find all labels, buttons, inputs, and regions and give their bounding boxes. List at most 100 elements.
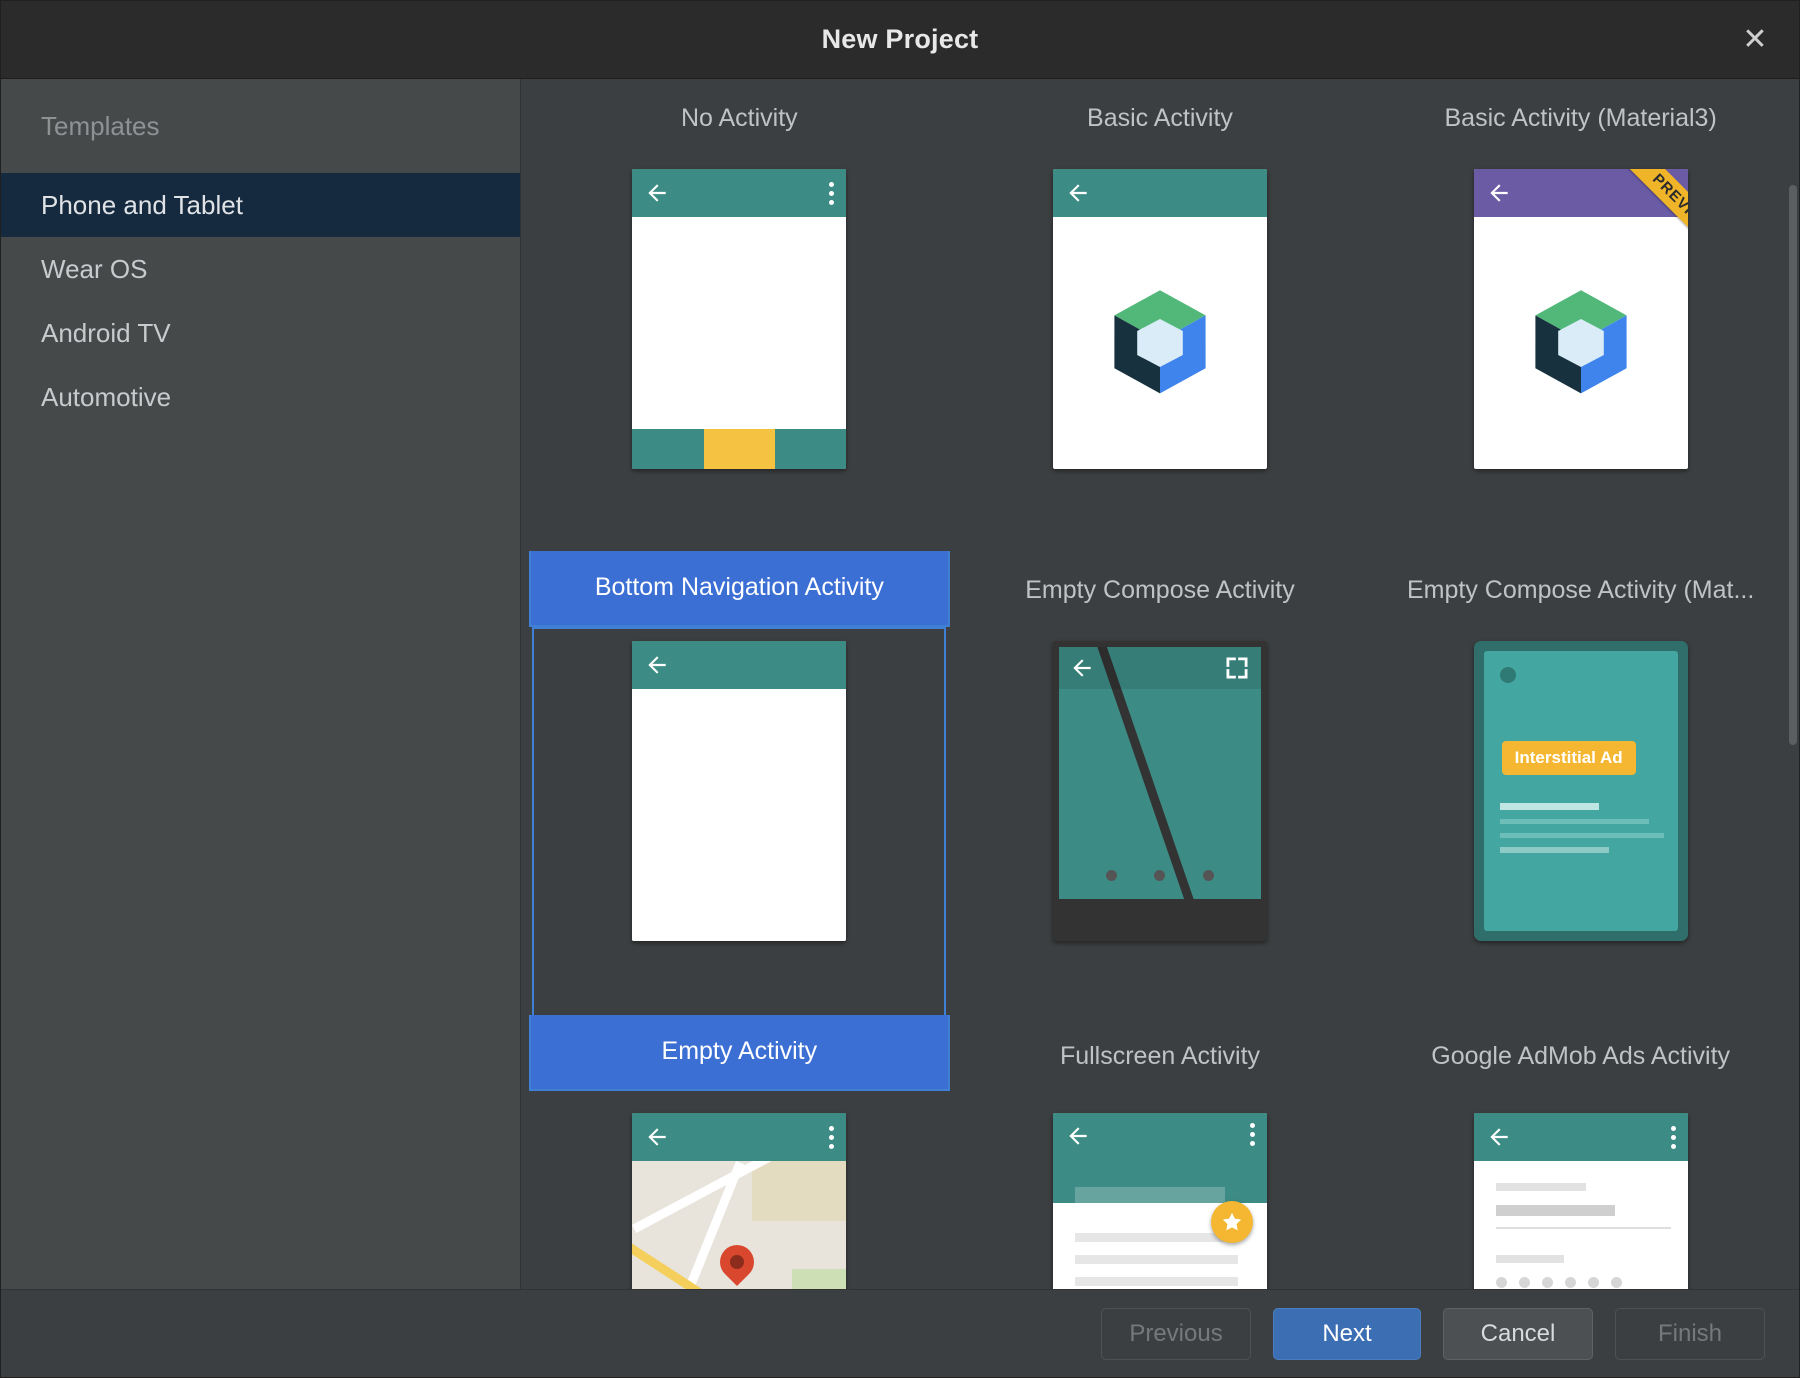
map-preview <box>632 1161 846 1289</box>
jetpack-compose-logo-icon <box>1100 283 1220 403</box>
phone-mock <box>1474 1113 1688 1289</box>
template-card-primary-detail-flow[interactable] <box>950 1101 1371 1289</box>
template-card-empty-activity[interactable]: Bottom Navigation Activity Empty Activit… <box>529 551 950 1101</box>
map-pin-icon <box>713 1238 761 1286</box>
gallery-scrollbar-thumb[interactable] <box>1789 185 1797 745</box>
phone-mock <box>632 1113 846 1289</box>
template-thumbnail <box>1374 1101 1788 1289</box>
template-thumbnail <box>953 629 1367 1017</box>
floating-action-button[interactable] <box>1211 1201 1253 1243</box>
placeholder-lines <box>1500 803 1666 862</box>
template-gallery: No Activity <box>521 79 1799 1289</box>
template-thumbnail: PREVIEW <box>1374 157 1788 545</box>
template-thumbnail <box>532 1101 946 1289</box>
bottom-nav-item <box>632 429 703 469</box>
gallery-scrollbar-track[interactable] <box>1787 79 1799 1289</box>
dialog-title: New Project <box>822 24 979 55</box>
sidebar-item-automotive[interactable]: Automotive <box>1 365 520 429</box>
phone-mock: PREVIEW <box>1474 169 1688 469</box>
template-label: Bottom Navigation Activity <box>529 551 950 627</box>
app-bar <box>1053 169 1267 217</box>
dialog-body: Templates Phone and Tablet Wear OS Andro… <box>1 79 1799 1289</box>
back-arrow-icon <box>644 652 670 678</box>
admob-screen: Interstitial Ad <box>1484 651 1678 931</box>
bottom-navigation-bar <box>632 429 846 469</box>
password-dots <box>1496 1277 1688 1288</box>
template-thumbnail <box>532 157 946 545</box>
template-thumbnail <box>953 1101 1367 1289</box>
jetpack-compose-logo-icon <box>1521 283 1641 403</box>
template-card-fullscreen-activity[interactable]: Empty Compose Activity Fullscreen Activi… <box>950 551 1371 1101</box>
avatar <box>1500 667 1516 683</box>
fullscreen-content <box>1059 647 1261 899</box>
sidebar-item-wear-os[interactable]: Wear OS <box>1 237 520 301</box>
app-bar <box>632 169 846 217</box>
template-grid: No Activity <box>521 79 1799 1289</box>
search-placeholder <box>1075 1187 1225 1204</box>
close-icon[interactable]: ✕ <box>1737 22 1773 58</box>
bottom-nav-item <box>775 429 846 469</box>
app-bar <box>632 1113 846 1161</box>
sidebar-item-label: Phone and Tablet <box>41 190 243 221</box>
app-bar <box>1059 647 1261 689</box>
template-card-google-admob-ads-activity[interactable]: Empty Compose Activity (Mat... Google Ad… <box>1370 551 1791 1101</box>
sidebar-header-label: Templates <box>1 79 520 173</box>
back-arrow-icon <box>1486 180 1512 206</box>
template-label: Fullscreen Activity <box>950 1017 1371 1095</box>
template-label: Empty Compose Activity (Mat... <box>1370 551 1791 629</box>
next-button[interactable]: Next <box>1273 1308 1421 1360</box>
back-arrow-icon <box>644 180 670 206</box>
phone-mock <box>1053 641 1267 941</box>
template-label: No Activity <box>529 79 950 157</box>
back-arrow-icon <box>1065 1123 1091 1149</box>
app-bar <box>632 641 846 689</box>
phone-mock: Interstitial Ad <box>1474 641 1688 941</box>
form-input-underline <box>1496 1227 1671 1229</box>
form-field-label <box>1496 1255 1564 1263</box>
templates-sidebar: Templates Phone and Tablet Wear OS Andro… <box>1 79 521 1289</box>
back-arrow-icon <box>1069 655 1095 681</box>
template-card-no-activity[interactable]: No Activity <box>529 79 950 551</box>
back-arrow-icon <box>1486 1124 1512 1150</box>
map-block <box>792 1269 846 1289</box>
template-label: Basic Activity (Material3) <box>1370 79 1791 157</box>
cancel-button[interactable]: Cancel <box>1443 1308 1593 1360</box>
template-label: Empty Activity <box>529 1015 950 1091</box>
sidebar-item-android-tv[interactable]: Android TV <box>1 301 520 365</box>
template-thumbnail <box>953 157 1367 545</box>
app-bar <box>1474 169 1688 217</box>
sidebar-item-label: Wear OS <box>41 254 147 285</box>
new-project-dialog: New Project ✕ Templates Phone and Tablet… <box>0 0 1800 1378</box>
overflow-menu-icon <box>829 1126 834 1149</box>
phone-mock <box>632 169 846 469</box>
template-thumbnail: Interstitial Ad <box>1374 629 1788 1017</box>
form-field-label <box>1496 1183 1586 1191</box>
phone-mock <box>632 641 846 941</box>
template-card-login-activity[interactable] <box>1370 1101 1791 1289</box>
dialog-titlebar: New Project ✕ <box>1 1 1799 79</box>
template-label: Basic Activity <box>950 79 1371 157</box>
back-arrow-icon <box>1065 180 1091 206</box>
finish-button[interactable]: Finish <box>1615 1308 1765 1360</box>
bottom-nav-item-active <box>704 429 775 469</box>
template-gallery-scroll: No Activity <box>521 79 1799 1289</box>
overflow-menu-icon <box>1250 1123 1255 1146</box>
empty-screen <box>632 689 846 941</box>
sidebar-item-phone-and-tablet[interactable]: Phone and Tablet <box>1 173 520 237</box>
form-input-placeholder <box>1496 1205 1616 1216</box>
template-card-basic-activity-material3[interactable]: Basic Activity (Material3) <box>1370 79 1791 551</box>
previous-button[interactable]: Previous <box>1101 1308 1251 1360</box>
back-arrow-icon <box>644 1124 670 1150</box>
template-label: Google AdMob Ads Activity <box>1370 1017 1791 1095</box>
phone-mock <box>1053 1113 1267 1289</box>
template-card-basic-activity[interactable]: Basic Activity <box>950 79 1371 551</box>
nav-dots <box>1059 851 1261 899</box>
app-bar <box>1474 1113 1688 1161</box>
dialog-footer: Previous Next Cancel Finish <box>1 1289 1799 1377</box>
sidebar-item-label: Automotive <box>41 382 171 413</box>
template-card-maps-activity[interactable] <box>529 1101 950 1289</box>
fullscreen-expand-icon <box>1223 654 1251 682</box>
sidebar-item-label: Android TV <box>41 318 171 349</box>
template-label: Empty Compose Activity <box>950 551 1371 629</box>
map-block <box>752 1161 846 1221</box>
